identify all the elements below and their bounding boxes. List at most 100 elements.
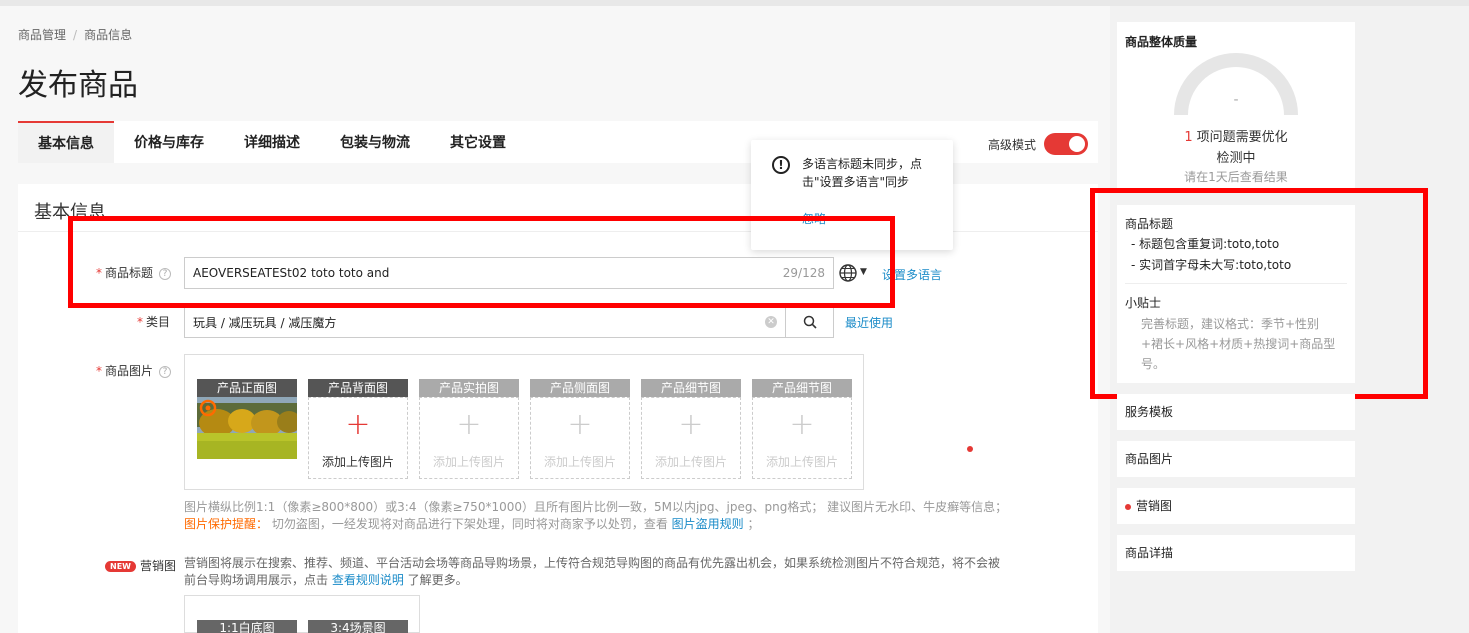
globe-icon[interactable] bbox=[838, 263, 858, 283]
exclamation-icon: ! bbox=[772, 156, 790, 174]
side-nav-item[interactable]: 商品图片 bbox=[1117, 441, 1355, 477]
slot-caption: 产品侧面图 bbox=[530, 379, 630, 397]
product-title-input[interactable]: AEOVERSEATESt02 toto toto and 29/128 bbox=[184, 257, 834, 289]
status-dot bbox=[967, 446, 973, 452]
tips-heading: 商品标题 bbox=[1125, 217, 1174, 231]
plus-icon: + bbox=[345, 407, 371, 442]
slot-caption: 产品实拍图 bbox=[419, 379, 519, 397]
marketing-desc-end: 了解更多。 bbox=[403, 573, 468, 587]
side-nav-label: 营销图 bbox=[1136, 499, 1173, 513]
multi-language-popover: ! 多语言标题未同步，点击"设置多语言"同步 忽略 bbox=[751, 140, 953, 250]
add-upload-label: 添加上传图片 bbox=[543, 455, 616, 469]
plus-icon: + bbox=[789, 407, 815, 442]
note-end: ； bbox=[743, 517, 760, 531]
side-nav-marketing[interactable]: 营销图 bbox=[1117, 488, 1355, 524]
tab-detail-desc[interactable]: 详细描述 bbox=[224, 121, 320, 163]
side-nav-service-template[interactable]: 服务模板 bbox=[1117, 394, 1355, 430]
image-protection-warning: 图片保护提醒： bbox=[184, 517, 269, 531]
required-mark: * bbox=[96, 266, 102, 280]
help-icon[interactable]: ? bbox=[159, 267, 172, 280]
chevron-down-icon[interactable]: ▼ bbox=[860, 267, 867, 277]
upload-area[interactable]: + 添加上传图片 bbox=[641, 397, 741, 479]
side-nav-product-detail[interactable]: 商品详描 bbox=[1117, 535, 1355, 571]
quality-title: 商品整体质量 bbox=[1125, 35, 1198, 49]
page-title: 发布商品 bbox=[18, 68, 138, 103]
image-slot-back[interactable]: 产品背面图 + 添加上传图片 bbox=[308, 379, 408, 479]
advanced-mode-toggle[interactable] bbox=[1044, 133, 1088, 155]
tips-issue-2: - 实词首字母未大写:toto,toto bbox=[1131, 258, 1292, 272]
recent-used-link[interactable]: 最近使用 bbox=[845, 314, 893, 331]
product-images-label-text: 商品图片 bbox=[105, 364, 154, 378]
image-slot-real-shot[interactable]: 产品实拍图 + 添加上传图片 bbox=[419, 379, 519, 479]
tab-other-settings[interactable]: 其它设置 bbox=[430, 121, 526, 163]
issue-text: 项问题需要优化 bbox=[1196, 130, 1288, 145]
note-text: 切勿盗图，一经发现将对商品进行下架处理，同时将对商家予以处罚，查看 bbox=[268, 517, 672, 531]
help-icon[interactable]: ? bbox=[159, 365, 172, 378]
title-tips-card: 商品标题 - 标题包含重复词:toto,toto - 实词首字母未大写:toto… bbox=[1117, 205, 1355, 383]
clear-icon[interactable]: ✕ bbox=[765, 316, 777, 328]
tab-price-stock[interactable]: 价格与库存 bbox=[114, 121, 224, 163]
note-line-2: 图片保护提醒： 切勿盗图，一经发现将对商品进行下架处理，同时将对商家予以处罚，查… bbox=[184, 516, 1007, 533]
image-guidelines-note: 图片横纵比例1:1（像素≥800*800）或3:4（像素≥750*1000）且所… bbox=[184, 499, 1007, 533]
upload-area[interactable]: + 添加上传图片 bbox=[752, 397, 852, 479]
breadcrumb-root[interactable]: 商品管理 bbox=[18, 28, 66, 42]
upload-area[interactable]: + 添加上传图片 bbox=[308, 397, 408, 479]
category-label: * 类目 bbox=[137, 313, 170, 330]
tips-issue-1: - 标题包含重复词:toto,toto bbox=[1131, 237, 1280, 251]
image-theft-rules-link[interactable]: 图片盗用规则 bbox=[672, 517, 744, 531]
add-upload-label: 添加上传图片 bbox=[432, 455, 505, 469]
image-slot-side[interactable]: 产品侧面图 + 添加上传图片 bbox=[530, 379, 630, 479]
add-upload-label: 添加上传图片 bbox=[765, 455, 838, 469]
section-title: 基本信息 bbox=[34, 202, 106, 223]
image-slot-front[interactable]: 产品正面图 bbox=[197, 379, 297, 479]
image-slot-detail-1[interactable]: 产品细节图 + 添加上传图片 bbox=[641, 379, 741, 479]
marketing-images-box: 1:1白底图 3:4场景图 bbox=[184, 595, 420, 633]
ignore-link[interactable]: 忽略 bbox=[802, 210, 826, 227]
side-nav-item[interactable]: 商品详描 bbox=[1117, 535, 1355, 571]
new-badge: NEW bbox=[105, 561, 136, 572]
tips-body: 完善标题，建议格式：季节+性别+裙长+风格+材质+热搜词+商品型号。 bbox=[1141, 317, 1336, 371]
product-title-label: * 商品标题? bbox=[96, 264, 172, 281]
side-nav-item[interactable]: 营销图 bbox=[1117, 488, 1355, 524]
image-badge-icon bbox=[199, 399, 217, 417]
category-input[interactable]: 玩具 / 减压玩具 / 减压魔方 ✕ bbox=[184, 306, 786, 338]
marketing-label: NEW 营销图 bbox=[105, 557, 176, 574]
marketing-desc-text: 营销图将展示在搜索、推荐、频道、平台活动会场等商品导购场景，上传符合规范导购图的… bbox=[184, 556, 1001, 587]
title-char-count: 29/128 bbox=[782, 266, 825, 280]
upload-area[interactable]: + 添加上传图片 bbox=[419, 397, 519, 479]
breadcrumb-separator: / bbox=[73, 28, 78, 42]
set-multi-language-link[interactable]: 设置多语言 bbox=[882, 266, 942, 283]
status-dot bbox=[1125, 503, 1131, 510]
view-rules-link[interactable]: 查看规则说明 bbox=[332, 573, 404, 587]
side-nav-product-images[interactable]: 商品图片 bbox=[1117, 441, 1355, 477]
note-line-1: 图片横纵比例1:1（像素≥800*800）或3:4（像素≥750*1000）且所… bbox=[184, 500, 1008, 514]
toggle-knob bbox=[1069, 136, 1085, 152]
product-images-box: 产品正面图 产品背面图 + 添加上传图片 产品实拍图 + 添加上传图片 产品侧面… bbox=[184, 354, 864, 490]
quality-status: 检测中 bbox=[1216, 151, 1256, 166]
advanced-mode: 高级模式 bbox=[988, 133, 1088, 155]
add-upload-label: 添加上传图片 bbox=[654, 455, 727, 469]
category-search-button[interactable] bbox=[785, 306, 834, 338]
marketing-description: 营销图将展示在搜索、推荐、频道、平台活动会场等商品导购场景，上传符合规范导购图的… bbox=[184, 555, 1004, 589]
breadcrumb: 商品管理 / 商品信息 bbox=[18, 26, 132, 43]
marketing-slot-white-bg[interactable]: 1:1白底图 bbox=[197, 620, 297, 633]
side-nav-item[interactable]: 服务模板 bbox=[1117, 394, 1355, 430]
category-label-text: 类目 bbox=[146, 315, 171, 329]
quality-card: 商品整体质量 - 1 项问题需要优化 检测中 请在1天后查看结果 bbox=[1117, 22, 1355, 188]
upload-area[interactable]: + 添加上传图片 bbox=[530, 397, 630, 479]
uploaded-image[interactable] bbox=[197, 397, 297, 479]
marketing-slot-scene[interactable]: 3:4场景图 bbox=[308, 620, 408, 633]
product-title-label-text: 商品标题 bbox=[105, 266, 154, 280]
advanced-mode-label: 高级模式 bbox=[987, 137, 1036, 152]
slot-caption: 产品细节图 bbox=[752, 379, 852, 397]
popover-message: 多语言标题未同步，点击"设置多语言"同步 bbox=[802, 157, 923, 189]
plus-icon: + bbox=[456, 407, 482, 442]
marketing-label-text: 营销图 bbox=[139, 559, 176, 573]
tab-basic-info[interactable]: 基本信息 bbox=[18, 121, 114, 163]
quality-gauge bbox=[1174, 53, 1298, 116]
slot-caption: 产品细节图 bbox=[641, 379, 741, 397]
image-slot-detail-2[interactable]: 产品细节图 + 添加上传图片 bbox=[752, 379, 852, 479]
quality-later-note: 请在1天后查看结果 bbox=[1184, 170, 1288, 184]
tab-packaging-logistics[interactable]: 包装与物流 bbox=[320, 121, 430, 163]
product-images-label: * 商品图片? bbox=[96, 362, 172, 379]
